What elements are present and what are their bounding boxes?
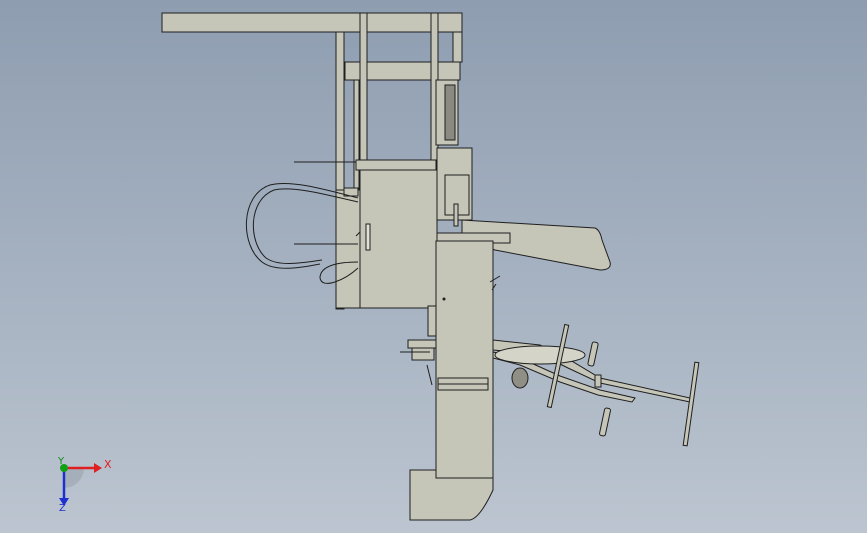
axis-x-label: X xyxy=(104,458,112,471)
axis-z-label: Z xyxy=(59,503,66,514)
column-brackets xyxy=(400,305,437,386)
axis-y-label: Y xyxy=(58,456,65,467)
base-foot[interactable] xyxy=(409,469,494,521)
assembly-model-view[interactable] xyxy=(0,0,867,533)
side-frame[interactable] xyxy=(335,187,361,309)
central-column[interactable] xyxy=(435,240,494,479)
cad-graphics-viewport[interactable]: X Y Z xyxy=(0,0,867,533)
